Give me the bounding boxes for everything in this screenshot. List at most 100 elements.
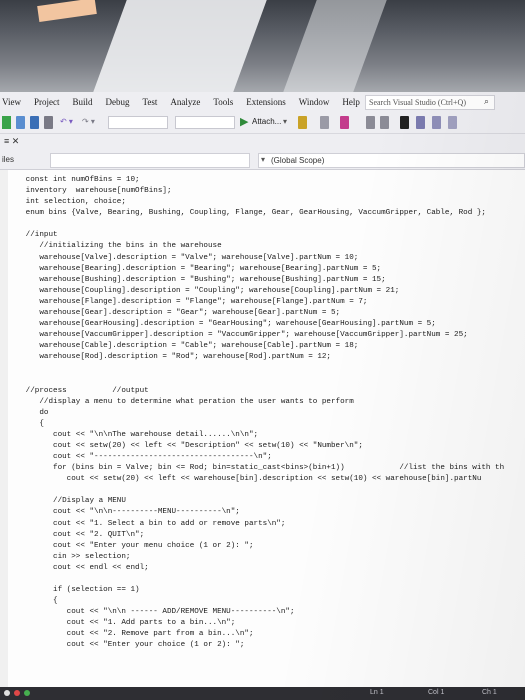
menu-window[interactable]: Window: [299, 97, 330, 107]
code-line[interactable]: warehouse[Rod].description = "Rod"; ware…: [12, 352, 525, 363]
toolbar: ↶ ▾ ↷ ▾ ▶ Attach... ▾: [0, 112, 525, 134]
code-line[interactable]: int selection, choice;: [12, 197, 525, 208]
code-line[interactable]: cout << "\n\n----------MENU----------\n"…: [12, 507, 525, 518]
code-line[interactable]: [12, 485, 525, 496]
code-line[interactable]: warehouse[Flange].description = "Flange"…: [12, 297, 525, 308]
code-line[interactable]: cin >> selection;: [12, 552, 525, 563]
toolbar-icon[interactable]: [320, 116, 329, 129]
editor-gutter[interactable]: [0, 170, 8, 700]
comment-icon[interactable]: [366, 116, 375, 129]
menu-build[interactable]: Build: [72, 97, 92, 107]
toolbar-icon[interactable]: [340, 116, 349, 129]
bookmark-icon[interactable]: [400, 116, 409, 129]
code-line[interactable]: cout << "Enter your choice (1 or 2): ";: [12, 640, 525, 651]
paper-edge: [283, 0, 387, 92]
code-line[interactable]: [12, 375, 525, 386]
menu-view[interactable]: View: [2, 97, 21, 107]
chevron-down-icon: ▾: [261, 155, 266, 164]
code-line[interactable]: warehouse[Bushing].description = "Bushin…: [12, 275, 525, 286]
scope-dropdown[interactable]: ▾ (Global Scope): [258, 153, 525, 168]
code-line[interactable]: [12, 574, 525, 585]
code-line[interactable]: warehouse[VaccumGripper].description = "…: [12, 330, 525, 341]
bookmark-next-icon[interactable]: [432, 116, 441, 129]
menu-analyze[interactable]: Analyze: [170, 97, 200, 107]
code-line[interactable]: //process //output: [12, 386, 525, 397]
code-line[interactable]: //input: [12, 230, 525, 241]
code-lines[interactable]: const int numOfBins = 10; inventory ware…: [12, 175, 525, 652]
hot-reload-icon[interactable]: [298, 116, 307, 129]
status-indicator-icon: [4, 690, 10, 696]
code-line[interactable]: cout << "\n\n ------ ADD/REMOVE MENU----…: [12, 607, 525, 618]
code-line[interactable]: if (selection == 1): [12, 585, 525, 596]
code-line[interactable]: inventory warehouse[numOfBins];: [12, 186, 525, 197]
code-line[interactable]: warehouse[Cable].description = "Cable"; …: [12, 341, 525, 352]
scope-label: (Global Scope): [271, 156, 325, 165]
char-indicator: Ch 1: [482, 689, 497, 696]
save-all-icon[interactable]: [44, 116, 53, 129]
code-line[interactable]: //display a menu to determine what perat…: [12, 397, 525, 408]
code-line[interactable]: do: [12, 408, 525, 419]
save-icon[interactable]: [30, 116, 39, 129]
code-line[interactable]: {: [12, 419, 525, 430]
menu-project[interactable]: Project: [34, 97, 60, 107]
code-line[interactable]: [12, 364, 525, 375]
code-line[interactable]: cout << "Enter your menu choice (1 or 2)…: [12, 541, 525, 552]
redo-icon[interactable]: ↷ ▾: [82, 117, 95, 130]
menu-tools[interactable]: Tools: [213, 97, 233, 107]
new-project-icon[interactable]: [16, 116, 25, 129]
code-line[interactable]: cout << "-------------------------------…: [12, 452, 525, 463]
code-line[interactable]: const int numOfBins = 10;: [12, 175, 525, 186]
bookmark-prev-icon[interactable]: [416, 116, 425, 129]
error-icon[interactable]: [14, 690, 20, 696]
back-icon[interactable]: [2, 116, 11, 129]
code-line[interactable]: warehouse[GearHousing].description = "Ge…: [12, 319, 525, 330]
configuration-dropdown[interactable]: [108, 116, 168, 129]
menu-bar: View Project Build Debug Test Analyze To…: [0, 92, 525, 112]
project-dropdown[interactable]: [50, 153, 250, 168]
code-line[interactable]: [12, 219, 525, 230]
files-label: iles: [2, 155, 15, 164]
code-editor[interactable]: const int numOfBins = 10; inventory ware…: [0, 170, 525, 700]
menu-test[interactable]: Test: [142, 97, 157, 107]
code-line[interactable]: {: [12, 596, 525, 607]
document-tab-row: ≡ ✕: [0, 134, 525, 150]
code-line[interactable]: warehouse[Bearing].description = "Bearin…: [12, 264, 525, 275]
code-line[interactable]: enum bins {Valve, Bearing, Bushing, Coup…: [12, 208, 525, 219]
attach-button[interactable]: Attach...: [252, 117, 281, 130]
bookmark-clear-icon[interactable]: [448, 116, 457, 129]
code-line[interactable]: cout << setw(20) << left << warehouse[bi…: [12, 474, 525, 485]
play-icon[interactable]: ▶: [240, 115, 248, 128]
menu-debug[interactable]: Debug: [105, 97, 129, 107]
code-line[interactable]: cout << setw(20) << left << "Description…: [12, 441, 525, 452]
code-line[interactable]: cout << "2. QUIT\n";: [12, 530, 525, 541]
status-ok-icon: [24, 690, 30, 696]
code-line[interactable]: cout << "1. Add parts to a bin...\n";: [12, 618, 525, 629]
column-indicator: Col 1: [428, 689, 445, 696]
code-line[interactable]: warehouse[Valve].description = "Valve"; …: [12, 253, 525, 264]
close-icon[interactable]: ≡ ✕: [4, 136, 19, 147]
code-line[interactable]: warehouse[Coupling].description = "Coupl…: [12, 286, 525, 297]
paper-edge: [93, 0, 267, 92]
code-line[interactable]: cout << "1. Select a bin to add or remov…: [12, 519, 525, 530]
platform-dropdown[interactable]: [175, 116, 235, 129]
code-line[interactable]: cout << endl << endl;: [12, 563, 525, 574]
status-bar: Ln 1 Col 1 Ch 1: [0, 687, 525, 700]
code-line[interactable]: for (bins bin = Valve; bin <= Rod; bin=s…: [12, 463, 525, 474]
code-line[interactable]: //initializing the bins in the warehouse: [12, 241, 525, 252]
menu-extensions[interactable]: Extensions: [246, 97, 286, 107]
search-input[interactable]: Search Visual Studio (Ctrl+Q): [365, 95, 495, 110]
ide-window: View Project Build Debug Test Analyze To…: [0, 92, 525, 700]
code-line[interactable]: //Display a MENU: [12, 496, 525, 507]
undo-icon[interactable]: ↶ ▾: [60, 117, 73, 130]
line-indicator: Ln 1: [370, 689, 384, 696]
photo-background-top: [0, 0, 525, 92]
code-line[interactable]: cout << "\n\nThe warehouse detail......\…: [12, 430, 525, 441]
uncomment-icon[interactable]: [380, 116, 389, 129]
sticky-note: [37, 0, 97, 22]
chevron-down-icon[interactable]: ▾: [283, 117, 287, 130]
navigation-bar: iles ▾ (Global Scope): [0, 150, 525, 170]
code-line[interactable]: cout << "2. Remove part from a bin...\n"…: [12, 629, 525, 640]
code-line[interactable]: warehouse[Gear].description = "Gear"; wa…: [12, 308, 525, 319]
menu-help[interactable]: Help: [342, 97, 360, 107]
search-icon[interactable]: ⌕: [484, 96, 489, 107]
